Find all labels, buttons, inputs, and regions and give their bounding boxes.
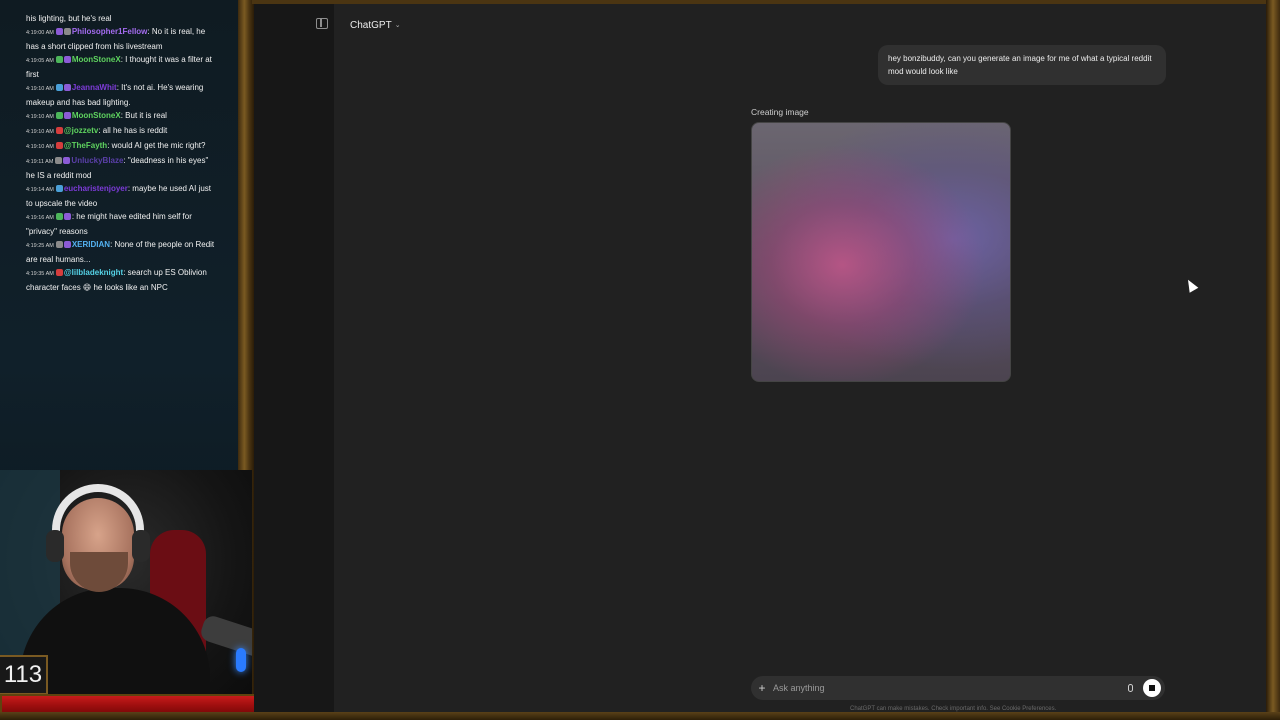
- prompt-input[interactable]: [773, 683, 1121, 693]
- chat-badge-icon: [63, 56, 71, 63]
- headphones: [52, 484, 144, 554]
- chat-username[interactable]: JeannaWhit: [72, 83, 117, 92]
- chat-badge-icon: [55, 185, 63, 192]
- chat-badge-icon: [63, 241, 71, 248]
- chat-badge-icon: [63, 28, 71, 35]
- chat-timestamp: 4:19:10 AM: [26, 129, 54, 135]
- chat-timestamp: 4:19:10 AM: [26, 144, 54, 150]
- chat-username[interactable]: UnluckyBlaze: [71, 156, 123, 165]
- chat-message: 4:19:25 AM XERIDIAN: None of the people o…: [26, 238, 218, 266]
- chevron-down-icon: ⌄: [394, 22, 401, 29]
- sidebar-toggle-icon[interactable]: [316, 18, 328, 29]
- chat-text: : None of the people on Redit are real h…: [26, 240, 215, 264]
- chat-username[interactable]: Philosopher1Fellow: [72, 27, 148, 36]
- chat-badge-icon: [55, 56, 63, 63]
- chat-timestamp: 4:19:10 AM: [26, 114, 54, 120]
- chat-badge-icon: [55, 84, 63, 91]
- chat-username[interactable]: XERIDIAN: [72, 240, 110, 249]
- chat-message: 4:19:00 AM Philosopher1Fellow: No it is r…: [26, 25, 218, 53]
- chat-timestamp: 4:19:10 AM: [26, 86, 54, 92]
- chat-message: 4:19:10 AM MoonStoneX: But it is real: [26, 109, 218, 124]
- chat-badge-icon: [63, 112, 71, 119]
- microphone-icon: [1127, 684, 1133, 692]
- creating-image-label: Creating image: [751, 107, 809, 117]
- overlay-frame-bottom: [0, 712, 1280, 720]
- composer: +: [751, 676, 1165, 700]
- chat-timestamp: 4:19:25 AM: [26, 243, 54, 249]
- chat-badge-icon: [63, 157, 71, 164]
- chat-message: 4:19:35 AM @lilbladeknight: search up ES …: [26, 266, 218, 294]
- chat-text: his lighting, but he's real: [26, 14, 112, 23]
- chat-timestamp: 4:19:05 AM: [26, 58, 54, 64]
- stream-counter: 113: [0, 655, 48, 695]
- mouse-cursor-icon: [1183, 277, 1199, 293]
- microphone-light: [236, 648, 246, 672]
- chat-message: 4:19:10 AM JeannaWhit: It's not ai. He's …: [26, 81, 218, 109]
- chat-badge-icon: [55, 269, 63, 276]
- chat-username[interactable]: MoonStoneX: [72, 111, 121, 120]
- app-sidebar: [254, 4, 334, 712]
- microphone-button[interactable]: [1121, 679, 1139, 697]
- chat-badge-icon: [63, 84, 71, 91]
- chat-badge-icon: [63, 213, 71, 220]
- chat-badge-icon: [55, 142, 63, 149]
- chat-timestamp: 4:19:14 AM: [26, 187, 54, 193]
- chat-badge-icon: [55, 127, 63, 134]
- chat-text: : would AI get the mic right?: [107, 141, 206, 150]
- image-generation-placeholder: [751, 122, 1011, 382]
- chat-message: 4:19:14 AM eucharistenjoyer: maybe he use…: [26, 182, 218, 210]
- chat-message: 4:19:16 AM: he might have edited him sel…: [26, 210, 218, 238]
- chat-message: 4:19:11 AM UnluckyBlaze: "deadness in his…: [26, 154, 218, 182]
- chat-username[interactable]: @lilbladeknight: [64, 268, 123, 277]
- chat-message: his lighting, but he's real: [26, 12, 218, 25]
- overlay-frame-top: [252, 0, 1280, 4]
- headphone-ear-right: [132, 530, 150, 562]
- chat-message: 4:19:10 AM @jozzetv: all he has is reddit: [26, 124, 218, 139]
- chat-text: : all he has is reddit: [98, 126, 168, 135]
- chat-timestamp: 4:19:16 AM: [26, 215, 54, 221]
- stop-icon: [1149, 685, 1155, 691]
- headphone-ear-left: [46, 530, 64, 562]
- chat-badge-icon: [55, 112, 63, 119]
- overlay-frame-right: [1266, 0, 1280, 720]
- chat-text: : But it is real: [120, 111, 167, 120]
- plus-icon[interactable]: +: [751, 681, 773, 695]
- chat-log: his lighting, but he's real 4:19:00 AM Phi…: [26, 12, 218, 294]
- chat-badge-icon: [55, 28, 63, 35]
- chat-username[interactable]: @TheFayth: [64, 141, 107, 150]
- chat-username[interactable]: eucharistenjoyer: [64, 184, 128, 193]
- chat-badge-icon: [55, 157, 63, 164]
- chat-badge-icon: [55, 241, 63, 248]
- chat-timestamp: 4:19:00 AM: [26, 30, 54, 36]
- user-message: hey bonzibuddy, can you generate an imag…: [878, 45, 1166, 85]
- chat-message: 4:19:10 AM @TheFayth: would AI get the mi…: [26, 139, 218, 154]
- chat-timestamp: 4:19:35 AM: [26, 271, 54, 277]
- model-picker[interactable]: ChatGPT ⌄: [350, 16, 401, 34]
- model-name: ChatGPT: [350, 19, 392, 31]
- chat-username[interactable]: @jozzetv: [64, 126, 98, 135]
- chat-timestamp: 4:19:11 AM: [26, 159, 54, 165]
- chat-username[interactable]: MoonStoneX: [72, 55, 121, 64]
- chat-badge-icon: [55, 213, 63, 220]
- stop-generating-button[interactable]: [1143, 679, 1161, 697]
- chatgpt-window: ChatGPT ⌄ hey bonzibuddy, can you genera…: [254, 4, 1266, 712]
- chat-message: 4:19:05 AM MoonStoneX: I thought it was a…: [26, 53, 218, 81]
